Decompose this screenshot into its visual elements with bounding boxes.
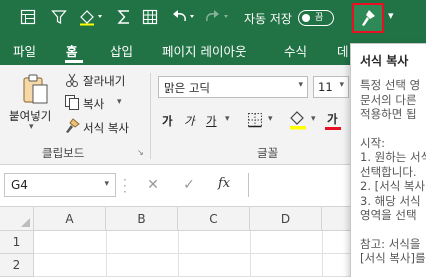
format-painter-button[interactable]: 서식 복사 bbox=[83, 120, 129, 136]
insert-function-button[interactable]: fx bbox=[218, 176, 230, 191]
tab-home[interactable]: 홈 bbox=[66, 41, 78, 60]
tooltip-note-line: 참고: 서식을 bbox=[360, 236, 421, 251]
font-group-label: 글꼴 bbox=[257, 146, 279, 160]
underline-button[interactable]: 가 bbox=[206, 113, 217, 129]
font-size-dropdown-icon[interactable]: ▾ bbox=[339, 80, 344, 90]
tooltip-note-line: [서식 복사]를 bbox=[360, 251, 426, 265]
format-painter-tooltip: 서식 복사 특정 선택 영 문서의 다른 적용하면 됩 시작: 1. 원하는 서… bbox=[350, 43, 426, 277]
tooltip-step-line: 1. 원하는 서식 bbox=[360, 150, 426, 164]
font-size-value: 11 bbox=[318, 80, 333, 94]
autosave-control[interactable]: 자동 저장 끔 bbox=[244, 9, 334, 27]
undo-icon[interactable] bbox=[168, 5, 198, 29]
tooltip-step-line: 선택합니다. bbox=[360, 164, 417, 179]
format-painter-qat-button[interactable] bbox=[352, 3, 384, 33]
autosave-label: 자동 저장 bbox=[244, 11, 292, 26]
enter-icon[interactable]: ✓ bbox=[178, 175, 200, 195]
row-header-2[interactable]: 2 bbox=[0, 254, 34, 277]
tooltip-start-heading: 시작: bbox=[360, 135, 386, 150]
column-header-c[interactable]: C bbox=[178, 207, 250, 231]
tab-insert[interactable]: 삽입 bbox=[110, 41, 133, 60]
underline-dropdown-icon[interactable]: ▾ bbox=[225, 114, 230, 124]
column-gridline bbox=[106, 231, 107, 277]
name-box-value: G4 bbox=[11, 178, 28, 192]
column-gridline bbox=[322, 231, 323, 277]
name-box-dropdown-icon[interactable]: ▾ bbox=[104, 179, 109, 189]
format-painter-icon bbox=[362, 10, 375, 26]
fill-color-icon[interactable] bbox=[288, 109, 308, 131]
select-all-button[interactable] bbox=[0, 207, 34, 231]
table-icon[interactable] bbox=[140, 5, 160, 29]
scissors-icon bbox=[65, 72, 79, 88]
tab-formulas[interactable]: 수식 bbox=[284, 41, 307, 60]
font-name-value: 맑은 고딕 bbox=[164, 81, 210, 95]
autosave-toggle[interactable]: 끔 bbox=[297, 10, 334, 26]
clipboard-launcher-icon[interactable]: ↘ bbox=[137, 148, 144, 157]
tab-data[interactable]: 데 bbox=[337, 41, 349, 60]
tooltip-step-line: 영역을 선택 bbox=[360, 208, 417, 222]
tooltip-description-line: 특정 선택 영 bbox=[360, 78, 421, 92]
paste-dropdown-icon[interactable]: ▾ bbox=[29, 122, 34, 132]
column-header-d[interactable]: D bbox=[250, 207, 322, 231]
border-icon[interactable] bbox=[246, 111, 264, 129]
copy-dropdown-icon[interactable]: ▾ bbox=[117, 97, 122, 107]
form-icon[interactable] bbox=[16, 5, 40, 29]
filter-icon[interactable] bbox=[47, 5, 71, 29]
excel-window: 자동 저장 끔 ▾ 파일 홈 삽입 페이지 레이아웃 수식 데 붙여넣기 ▾ 잘… bbox=[0, 0, 426, 277]
resize-handle-icon[interactable]: · · · bbox=[123, 174, 127, 198]
column-gridline bbox=[178, 231, 179, 277]
column-header-a[interactable]: A bbox=[34, 207, 106, 231]
tooltip-step-line: 3. 해당 서식 bbox=[360, 193, 421, 208]
sum-icon[interactable] bbox=[115, 5, 133, 29]
group-divider bbox=[150, 73, 151, 159]
tooltip-title: 서식 복사 bbox=[360, 54, 409, 68]
font-name-box[interactable]: 맑은 고딕 ▾ bbox=[158, 76, 308, 98]
redo-icon[interactable] bbox=[202, 5, 232, 29]
italic-button[interactable]: 가 bbox=[184, 113, 195, 129]
active-tab-indicator bbox=[65, 60, 83, 63]
quick-access-toolbar: 자동 저장 끔 ▾ bbox=[0, 0, 426, 35]
border-dropdown-icon[interactable]: ▾ bbox=[268, 114, 273, 124]
tooltip-description-line: 적용하면 됩 bbox=[360, 107, 417, 121]
font-color-swatch bbox=[325, 127, 341, 130]
tooltip-step-line: 2. [서식 복사 bbox=[360, 179, 426, 193]
select-all-icon bbox=[21, 218, 30, 227]
column-gridline bbox=[250, 231, 251, 277]
tooltip-description-line: 문서의 다른 bbox=[360, 92, 417, 107]
copy-icon bbox=[64, 94, 80, 110]
column-header-b[interactable]: B bbox=[106, 207, 178, 231]
fill-color-dropdown-icon[interactable]: ▾ bbox=[311, 114, 316, 124]
bold-button[interactable]: 가 bbox=[162, 113, 173, 129]
paint-bucket-icon[interactable] bbox=[75, 5, 109, 29]
format-painter-icon bbox=[63, 118, 81, 134]
font-size-box[interactable]: 11 ▾ bbox=[313, 76, 349, 98]
customize-qat-icon[interactable]: ▾ bbox=[388, 9, 394, 22]
row-header-1[interactable]: 1 bbox=[0, 231, 34, 254]
tab-file[interactable]: 파일 bbox=[13, 41, 36, 60]
font-color-button[interactable]: 가 bbox=[327, 111, 338, 127]
autosave-state: 끔 bbox=[314, 13, 324, 23]
toggle-knob bbox=[301, 14, 310, 22]
name-box[interactable]: G4 ▾ bbox=[4, 173, 116, 197]
clipboard-group-label: 클립보드 bbox=[42, 146, 85, 160]
paste-icon[interactable] bbox=[20, 73, 50, 105]
copy-button[interactable]: 복사 bbox=[83, 96, 104, 112]
cancel-icon[interactable]: ✕ bbox=[142, 175, 164, 195]
cut-button[interactable]: 잘라내기 bbox=[83, 73, 125, 89]
tab-page-layout[interactable]: 페이지 레이아웃 bbox=[162, 41, 246, 60]
font-name-dropdown-icon[interactable]: ▾ bbox=[298, 80, 303, 90]
